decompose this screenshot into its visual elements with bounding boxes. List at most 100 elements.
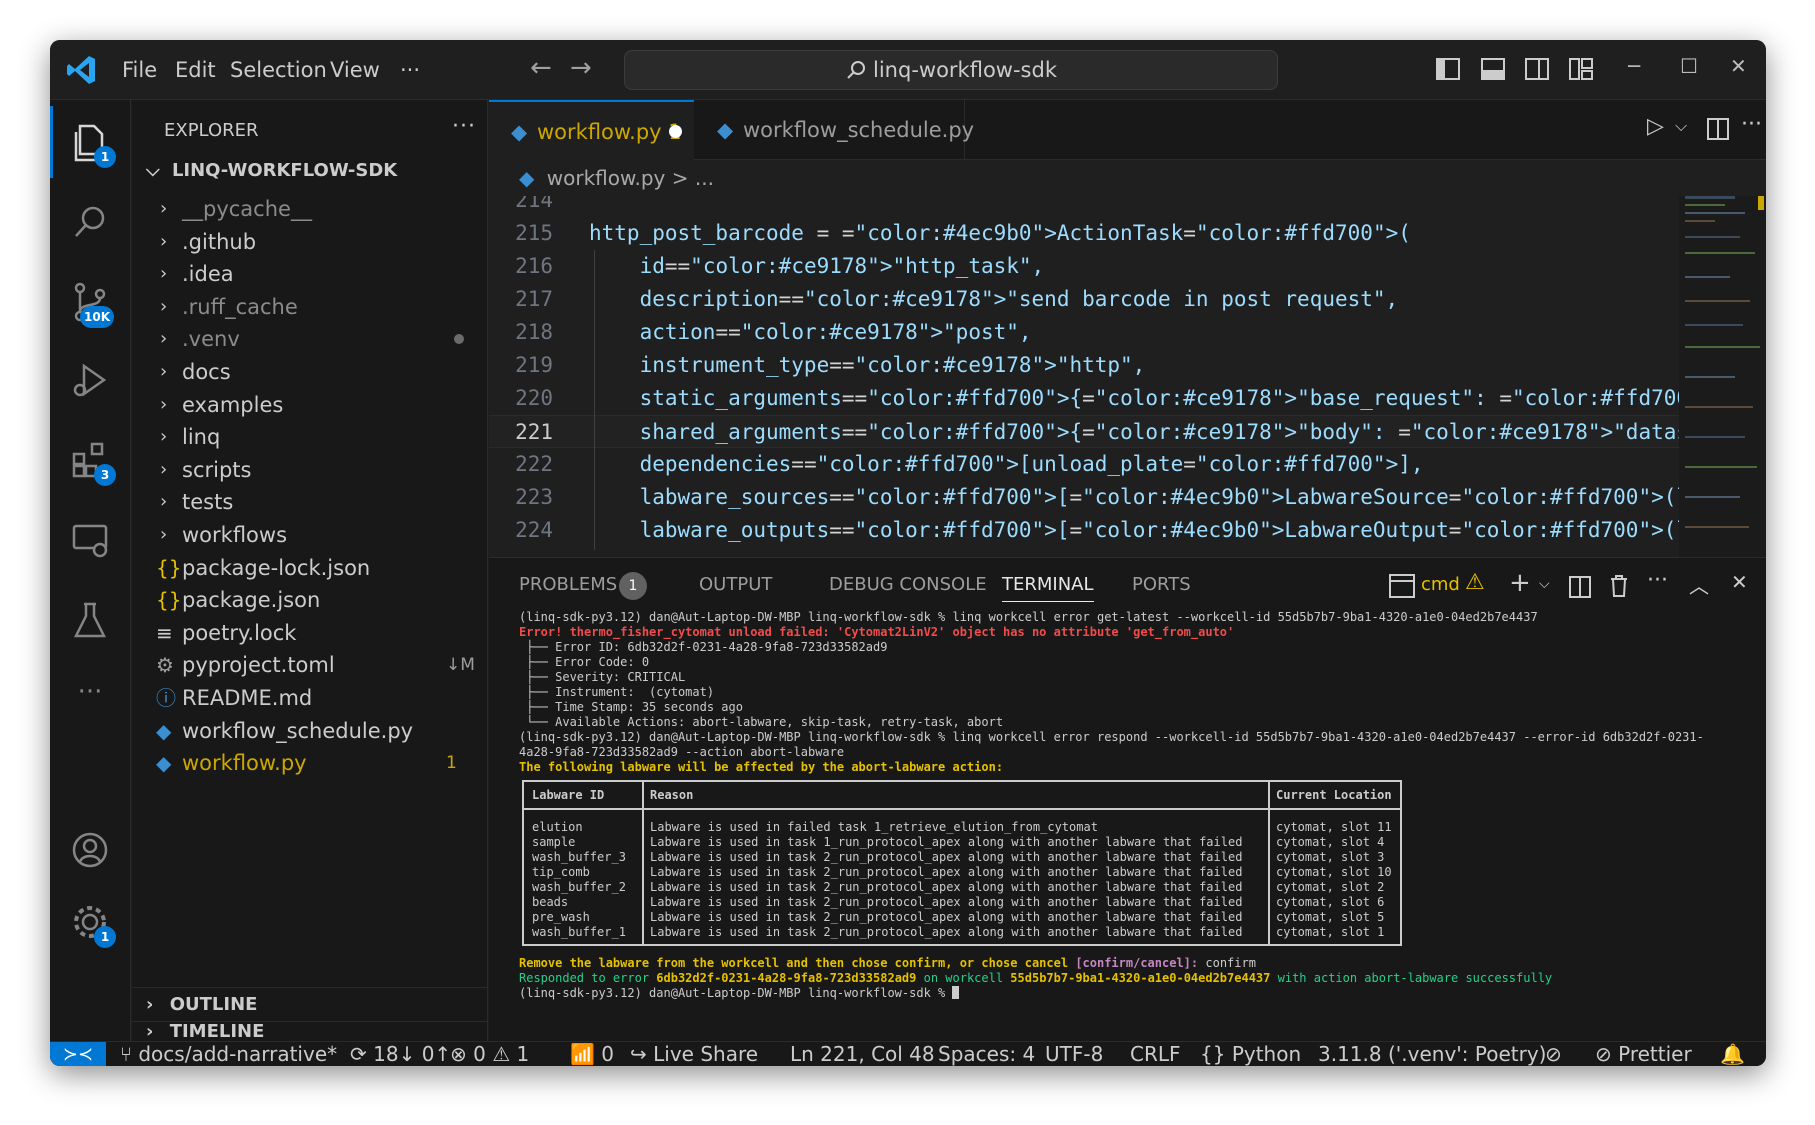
toggle-secondary-sidebar-icon[interactable]	[1524, 56, 1550, 82]
split-editor-icon[interactable]	[1707, 118, 1729, 140]
tab-problems[interactable]: PROBLEMS	[519, 574, 617, 595]
terminal-name[interactable]: cmd	[1421, 574, 1460, 595]
code-line[interactable]: 216 id=="color:#ce9178">"http_task",	[489, 250, 1679, 283]
run-debug-icon[interactable]	[68, 358, 112, 402]
eol-status[interactable]: CRLF	[1130, 1042, 1181, 1066]
editor-more-actions-icon[interactable]: ···	[1741, 112, 1762, 137]
tree-item[interactable]: › tests	[146, 485, 476, 519]
branch-status[interactable]: ⑂ docs/add-narrative*	[120, 1042, 337, 1066]
sync-status[interactable]: ⟳ 18↓ 0↑	[350, 1042, 451, 1066]
tab-workflow-schedule-py[interactable]: ◆ workflow_schedule.py	[695, 100, 974, 160]
minimize-icon[interactable]: ─	[1628, 54, 1640, 78]
tab-debug-console[interactable]: DEBUG CONSOLE	[829, 574, 987, 595]
live-share-status[interactable]: ↪ Live Share	[630, 1042, 758, 1066]
tab-terminal[interactable]: TERMINAL	[1002, 574, 1094, 602]
explorer-more-actions[interactable]: ···	[452, 114, 476, 139]
code-line[interactable]: 214	[489, 196, 1679, 217]
toggle-panel-icon[interactable]	[1480, 56, 1506, 82]
tab-workflow-py[interactable]: ◆ workflow.py 1	[489, 100, 694, 160]
copilot-disabled-icon[interactable]: ⊘	[1545, 1042, 1562, 1066]
encoding-status[interactable]: UTF-8	[1045, 1042, 1103, 1066]
toggle-primary-sidebar-icon[interactable]	[1435, 56, 1461, 82]
close-window-icon[interactable]: ✕	[1730, 54, 1747, 78]
status-bar: ≻≺ ⑂ docs/add-narrative* ⟳ 18↓ 0↑ ⊗ 0 ⚠ …	[50, 1041, 1766, 1066]
tree-item[interactable]: ⓘ README.md	[146, 681, 476, 715]
code-line[interactable]: 223 labware_sources=="color:#ffd700">[="…	[489, 481, 1679, 514]
remote-explorer-icon[interactable]	[68, 518, 112, 562]
tree-item[interactable]: ◆ workflow.py 1	[146, 746, 476, 780]
menu-edit[interactable]: Edit	[175, 58, 216, 82]
tree-item[interactable]: › .venv	[146, 322, 476, 356]
extensions-icon[interactable]: 3	[68, 438, 116, 486]
menu-view[interactable]: View	[330, 58, 380, 82]
tree-item[interactable]: › __pycache__	[146, 192, 476, 226]
code-line[interactable]: 221 shared_arguments=="color:#ffd700">{=…	[489, 415, 1679, 448]
maximize-panel-chevron-up-icon[interactable]: ︿	[1689, 570, 1709, 599]
run-dropdown-chevron-icon[interactable]: ⌵	[1675, 116, 1687, 136]
tree-item[interactable]: ≡ poetry.lock	[146, 616, 476, 650]
code-text: action=="color:#ce9178">"post",	[589, 320, 1032, 344]
prettier-status[interactable]: ⊘ Prettier	[1595, 1042, 1692, 1066]
tree-item[interactable]: {} package-lock.json	[146, 551, 476, 585]
cursor-position[interactable]: Ln 221, Col 48	[790, 1042, 935, 1066]
timeline-section[interactable]: › TIMELINE	[132, 1021, 488, 1042]
new-terminal-plus-icon[interactable]: +	[1509, 568, 1531, 598]
customize-layout-icon[interactable]	[1568, 56, 1594, 82]
code-line[interactable]: 215 http_post_barcode = ="color:#4ec9b0">…	[489, 217, 1679, 250]
breadcrumb-file[interactable]: workflow.py	[547, 166, 666, 190]
tree-item[interactable]: ◆ workflow_schedule.py	[146, 714, 476, 748]
interpreter-status[interactable]: 3.11.8 ('.venv': Poetry)	[1318, 1042, 1546, 1066]
more-views-icon[interactable]: ···	[68, 670, 112, 714]
code-line[interactable]: 218 action=="color:#ce9178">"post",	[489, 316, 1679, 349]
tree-item[interactable]: › .ruff_cache	[146, 290, 476, 324]
split-terminal-icon[interactable]	[1569, 576, 1591, 598]
search-activity-icon[interactable]	[68, 200, 112, 244]
source-control-icon[interactable]: 10K	[68, 280, 114, 328]
workspace-root-folder[interactable]: ⌵ LINQ-WORKFLOW-SDK	[146, 160, 397, 181]
tree-item[interactable]: ⚙ pyproject.toml ↓M	[146, 648, 476, 682]
code-line[interactable]: 219 instrument_type=="color:#ce9178">"ht…	[489, 349, 1679, 382]
code-line[interactable]: 224 labware_outputs=="color:#ffd700">[="…	[489, 514, 1679, 547]
code-line[interactable]: 217 description=="color:#ce9178">"send b…	[489, 283, 1679, 316]
code-line[interactable]: 222 dependencies=="color:#ffd700">[unloa…	[489, 448, 1679, 481]
tree-item[interactable]: › workflows	[146, 518, 476, 552]
kill-terminal-trash-icon[interactable]	[1609, 574, 1629, 598]
unsaved-dot-icon[interactable]	[669, 125, 682, 138]
menu-more[interactable]: ···	[400, 58, 420, 82]
problems-status[interactable]: ⊗ 0 ⚠ 1	[450, 1042, 529, 1066]
panel-more-actions-icon[interactable]: ···	[1647, 568, 1668, 593]
testing-icon[interactable]	[68, 598, 112, 642]
code-line[interactable]: 220 static_arguments=="color:#ffd700">{=…	[489, 382, 1679, 415]
ports-status[interactable]: 📶 0	[570, 1042, 614, 1066]
indentation-status[interactable]: Spaces: 4	[938, 1042, 1035, 1066]
outline-section[interactable]: › OUTLINE	[132, 987, 488, 1021]
command-center-search[interactable]: linq-workflow-sdk	[624, 50, 1278, 90]
terminal-output[interactable]: (linq-sdk-py3.12) dan@Aut-Laptop-DW-MBP …	[519, 610, 1739, 1030]
menu-selection[interactable]: Selection	[230, 58, 327, 82]
menu-file[interactable]: File	[122, 58, 157, 82]
breadcrumb-symbol[interactable]: > ...	[672, 166, 714, 190]
tree-item[interactable]: › linq	[146, 420, 476, 454]
tree-item[interactable]: › scripts	[146, 453, 476, 487]
tree-item[interactable]: › .github	[146, 225, 476, 259]
remote-indicator-icon[interactable]: ≻≺	[50, 1042, 106, 1066]
tab-output[interactable]: OUTPUT	[699, 574, 772, 595]
tree-item[interactable]: {} package.json	[146, 583, 476, 617]
maximize-icon[interactable]: ☐	[1680, 54, 1698, 78]
terminal-dropdown-chevron-icon[interactable]: ⌵	[1539, 576, 1550, 592]
tree-item[interactable]: › .idea	[146, 257, 476, 291]
close-panel-icon[interactable]: ✕	[1731, 570, 1748, 594]
forward-arrow-icon[interactable]: →	[570, 53, 592, 83]
tree-item[interactable]: › examples	[146, 388, 476, 422]
back-arrow-icon[interactable]: ←	[530, 53, 552, 83]
explorer-icon[interactable]: 1	[68, 120, 116, 168]
accounts-icon[interactable]	[68, 828, 112, 872]
run-python-file-icon[interactable]: ▷	[1647, 114, 1664, 139]
language-status[interactable]: {} Python	[1200, 1042, 1301, 1066]
settings-gear-icon[interactable]: 1	[68, 900, 116, 948]
minimap[interactable]	[1679, 196, 1766, 557]
tab-ports[interactable]: PORTS	[1132, 574, 1191, 595]
notifications-bell-icon[interactable]: 🔔	[1720, 1042, 1745, 1066]
tree-item[interactable]: › docs	[146, 355, 476, 389]
code-editor[interactable]: 214 215 http_post_barcode = ="color:#4ec9b…	[489, 196, 1679, 557]
